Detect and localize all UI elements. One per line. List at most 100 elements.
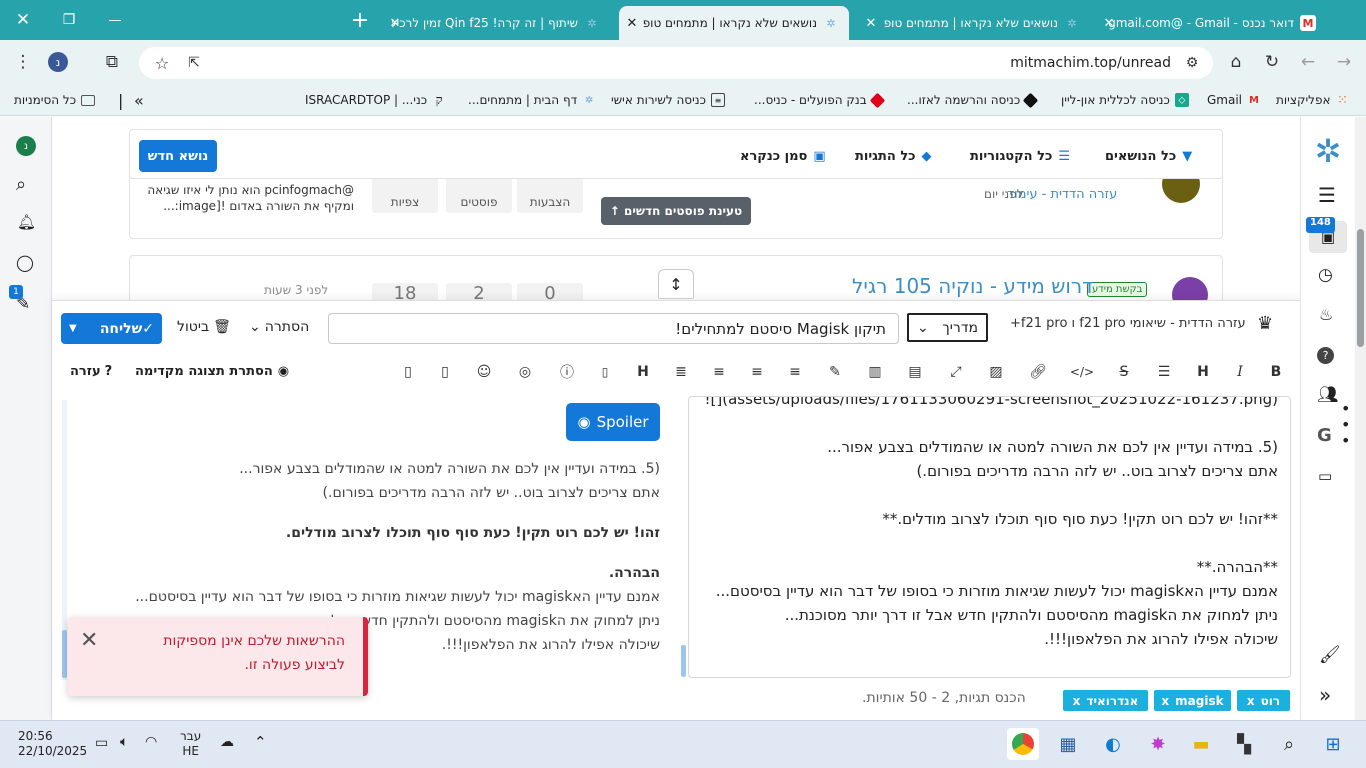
align-right-icon[interactable]: ≡ [784,361,806,383]
mark-read-button[interactable]: ▣ סמן כנקרא [740,149,826,164]
bold-icon[interactable]: B [1265,361,1287,383]
topic-title[interactable]: דרוש מידע - נוקיה 105 רגיל [852,274,1093,298]
highlighter-icon[interactable]: ✎ [824,361,846,383]
account-avatar[interactable]: נ [16,136,36,156]
edge-icon[interactable]: ◐ [1097,728,1129,760]
brush-icon[interactable]: 🖌︎ [1319,645,1341,665]
cloud-off-icon[interactable]: ☁ [220,734,234,750]
minimize-window-button[interactable]: — [92,0,138,40]
editor-scrollbar[interactable] [681,645,686,677]
close-icon[interactable]: ✕ [80,629,98,653]
file-icon[interactable]: ▯ [397,361,419,383]
tab-qin[interactable]: ✲ שיתוף | זה קרה! Qin f25 זמין לרכישה ✕ [382,6,610,40]
italic-icon[interactable]: I [1229,361,1251,383]
bookmark-clalit[interactable]: ⬦ כניסה לכללית און-ליין [1061,91,1189,109]
close-tab-icon[interactable]: ✕ [1100,14,1118,32]
battery-icon[interactable]: ▭ [95,735,108,751]
bookmark-mitmachim[interactable]: ✲ דף הבית | מתמחים... [468,91,596,109]
align-center-icon[interactable]: ≡ [746,361,768,383]
google-icon[interactable]: G [1317,425,1332,446]
more-vertical-icon[interactable]: • • • [1341,401,1350,449]
folder-icon[interactable]: ▬ [1185,728,1217,760]
question-icon[interactable]: ? [1317,347,1334,364]
clock-icon[interactable]: ◷ [1318,265,1333,285]
eye-slash-icon[interactable]: ◎ [514,361,536,383]
new-topic-button[interactable]: נושא חדש [139,140,217,172]
site-logo-icon[interactable]: ✲ [1308,131,1348,171]
profile-avatar[interactable]: נ [43,47,73,77]
more-menu-icon[interactable]: ⋮ [8,47,38,77]
contact-card-icon[interactable]: ▤ [904,361,926,383]
tab-unread-active[interactable]: ✲ נושאים שלא נקראו | מתמחים טופ ✕ [619,6,849,40]
all-bookmarks[interactable]: כל הסימניות [14,91,96,109]
chat-icon[interactable]: ◯ [16,253,34,272]
reload-icon[interactable]: ↻ [1257,47,1287,77]
remove-tag-icon[interactable]: x [1161,694,1169,708]
list-icon[interactable]: ☰ [1153,361,1175,383]
star-icon[interactable]: ☆ [147,48,177,78]
install-app-icon[interactable]: ⇱ [179,48,209,78]
back-icon[interactable]: ← [1293,47,1323,77]
send-button[interactable]: ✓שליחה ▼ [61,313,162,344]
all-tags-button[interactable]: ◆ כל התגיות [855,149,932,164]
cancel-button[interactable]: 🗑︎ ביטול [177,319,231,335]
preview-scrollbar[interactable] [62,630,67,678]
link-icon[interactable]: 🔗︎ [1027,361,1049,383]
strikethrough-icon[interactable]: S [1113,361,1135,383]
hamburger-icon[interactable]: ☰ [1318,183,1336,207]
close-tab-icon[interactable]: ✕ [862,14,880,32]
composer-category[interactable]: עזרה הדדית - שיאומי f21 pro ו f21 pro+ [1010,316,1246,331]
close-tab-icon[interactable]: ✕ [386,14,404,32]
scroll-thumb[interactable] [1357,229,1364,347]
topic-type-select[interactable]: מדריך ⌄ [907,313,988,342]
resize-handle-icon[interactable]: ↕ [658,269,694,299]
tab-gmail[interactable]: M דואר נכנס - Gmail - ‏@gmail.com ✕ [1096,6,1326,40]
search-icon[interactable]: ⌕ [1273,728,1305,760]
file-image-icon[interactable]: ▯ [434,361,456,383]
remove-tag-icon[interactable]: x [1073,694,1081,708]
app-icon[interactable]: ✸ [1142,728,1174,760]
bell-icon[interactable]: 🔔︎ [17,213,36,231]
emoji-icon[interactable]: ☺ [473,361,495,383]
justify-icon[interactable]: ≣ [670,361,692,383]
tag-magisk[interactable]: magisk x [1154,690,1231,711]
info-icon[interactable]: ⓘ [556,361,578,383]
task-view-icon[interactable]: ▚ [1228,728,1260,760]
restore-window-button[interactable]: ❐ [46,0,92,40]
close-window-button[interactable]: ✕ [0,0,46,40]
address-bar[interactable]: ☆ ⇱ mitmachim.top/unread ⚙ [139,47,1213,79]
volume-icon[interactable]: 🔈︎ [120,734,128,750]
bookmark-personal-service[interactable]: ≡ כניסה לשירות אישי [611,91,725,109]
all-categories-button[interactable]: ☰ כל הקטגוריות [970,149,1070,164]
search-icon[interactable]: ⌕ [16,174,26,195]
home-icon[interactable]: ⌂ [1221,47,1251,77]
users-icon[interactable]: 👥︎ [1317,385,1339,405]
chart-icon[interactable]: ▥ [864,361,886,383]
wifi-icon[interactable]: ◠ [145,734,157,750]
tag-android[interactable]: אנדרואיד x [1063,690,1148,711]
tab-unread[interactable]: ✲ נושאים שלא נקראו | מתמחים טופ ✕ [858,6,1090,40]
bookmark-apps[interactable]: ⁙ אפליקציות [1276,91,1350,109]
fullscreen-icon[interactable]: ⤢ [945,361,967,383]
chrome-taskbar-icon[interactable] [1007,728,1039,760]
page-scrollbar[interactable] [1355,117,1366,720]
chevron-up-icon[interactable]: ⌃ [254,733,267,751]
expand-icon[interactable]: » [1319,683,1331,707]
heading-small-icon[interactable]: H [632,361,654,383]
clock[interactable]: 20:56 22/10/2025 [18,729,87,759]
bookmark-isracard[interactable]: ק כני... | ISRACARDTOP [305,91,446,109]
all-topics-button[interactable]: ▼ כל הנושאים [1105,149,1192,164]
bookmark-login[interactable]: כניסה והרשמה לאזו... [907,91,1039,109]
hide-preview-button[interactable]: ◉ הסתרת תצוגה מקדימה [135,364,289,379]
bookmark-gmail[interactable]: M Gmail [1207,91,1261,109]
help-button[interactable]: ? עזרה [70,364,112,379]
spoiler-button[interactable]: ◉ Spoiler [566,403,660,441]
store-icon[interactable]: ▦ [1052,728,1084,760]
new-tab-button[interactable]: + [338,0,382,40]
chat-icon[interactable]: ▭ [1318,467,1332,485]
load-new-posts-button[interactable]: טעינת פוסטים חדשים ↑ [601,197,751,225]
site-info-icon[interactable]: ⚙ [1177,48,1207,78]
file-code-icon[interactable]: ▯ [594,361,616,383]
markdown-editor[interactable]: ![](assets/uploads/files/1761133060291-s… [688,396,1291,678]
language-indicator[interactable]: עבר HE [180,729,201,759]
